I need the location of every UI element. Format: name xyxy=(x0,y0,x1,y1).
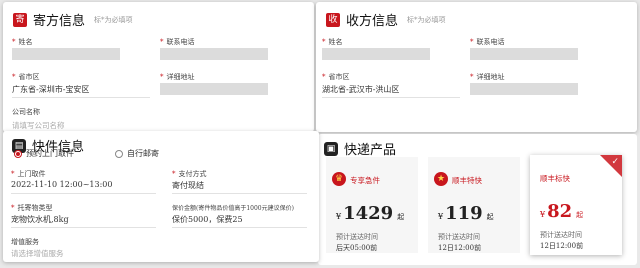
item-type-label: * 托寄物类型 xyxy=(11,204,53,212)
crown-icon: ♛ xyxy=(332,172,346,186)
star-icon: ★ xyxy=(434,172,448,186)
sender-card: 寄 寄方信息 标*为必填项 * 姓名 * 联系电话 * 省市区 广东省-深圳市-宝安区… xyxy=(3,2,314,132)
receiver-badge-icon: 收 xyxy=(326,12,340,27)
radio-selected-icon xyxy=(14,149,22,158)
insure-label: 保价金额(寄件物品价值高于1000元建议保价) xyxy=(172,205,294,212)
receiver-address-field[interactable] xyxy=(470,83,578,95)
extra-service-select[interactable]: 请选择增值服务 xyxy=(11,248,64,259)
sender-address-label: * 详细地址 xyxy=(160,73,195,81)
payment-label: * 支付方式 xyxy=(172,170,207,178)
eta-value: 后天05:00前 xyxy=(336,244,378,252)
receiver-header: 收 收方信息 标*为必填项 xyxy=(326,10,446,29)
extra-service-label: 增值服务 xyxy=(11,238,39,246)
receiver-card: 收 收方信息 标*为必填项 * 姓名 * 联系电话 * 省市区 湖北省-武汉市-洪山区… xyxy=(316,2,637,132)
sender-address-field[interactable] xyxy=(160,83,268,95)
product-price: ¥82 起 xyxy=(540,201,584,222)
eta-label: 预计送达时间 xyxy=(336,233,378,241)
divider xyxy=(322,97,460,98)
product-name: 顺丰标快 xyxy=(540,174,570,183)
payment-select[interactable]: 寄付现结 xyxy=(172,180,204,191)
item-type-select[interactable]: 宠物饮水机,8kg xyxy=(11,214,69,225)
pickup-time-label: * 上门取件 xyxy=(11,170,46,178)
receiver-region-select[interactable]: 湖北省-武汉市-洪山区 xyxy=(322,84,399,95)
receiver-phone-label: * 联系电话 xyxy=(470,38,505,46)
sender-name-label: * 姓名 xyxy=(12,38,33,46)
product-price: ¥1429 起 xyxy=(336,203,405,224)
required-note: 标*为必填项 xyxy=(94,15,133,24)
receiver-title: 收方信息 xyxy=(346,14,399,29)
sender-phone-field[interactable] xyxy=(160,48,268,60)
product-name: 顺丰特快 xyxy=(452,176,482,185)
product-card-express[interactable]: ♛ 专享急件 ¥1429 起 预计送达时间 后天05:00前 xyxy=(326,157,418,253)
product-card-sf-standard[interactable]: ✓ 顺丰标快 ¥82 起 预计送达时间 12日12:00前 xyxy=(530,155,622,255)
receiver-phone-field[interactable] xyxy=(470,48,578,60)
box-icon: ▣ xyxy=(324,141,338,156)
divider xyxy=(12,97,150,98)
products-title: 快递产品 xyxy=(344,143,397,158)
divider xyxy=(11,227,156,228)
receiver-name-field[interactable] xyxy=(322,48,430,60)
divider xyxy=(11,193,156,194)
shipment-card: ▤ 快件信息 预约上门取件 自行邮寄 * 上门取件 2022-11-10 12:0… xyxy=(3,131,319,262)
sender-company-input[interactable]: 请填写公司名称 xyxy=(12,120,65,131)
sender-region-label: * 省市区 xyxy=(12,73,40,81)
product-name: 专享急件 xyxy=(350,176,380,185)
receiver-name-label: * 姓名 xyxy=(322,38,343,46)
receiver-address-label: * 详细地址 xyxy=(470,73,505,81)
receiver-region-label: * 省市区 xyxy=(322,73,350,81)
sender-title: 寄方信息 xyxy=(33,14,86,29)
sender-company-label: 公司名称 xyxy=(12,108,40,116)
check-icon: ✓ xyxy=(611,157,619,167)
eta-label: 预计送达时间 xyxy=(438,233,480,241)
insure-input[interactable]: 保价5000，保费25 xyxy=(172,214,243,225)
product-card-sf-express[interactable]: ★ 顺丰特快 ¥119 起 预计送达时间 12日12:00前 xyxy=(428,157,520,253)
eta-label: 预计送达时间 xyxy=(540,231,582,239)
pickup-time-select[interactable]: 2022-11-10 12:00~13:00 xyxy=(11,180,112,189)
products-header: ▣ 快递产品 xyxy=(324,139,396,158)
product-price: ¥119 起 xyxy=(438,203,494,224)
sender-phone-label: * 联系电话 xyxy=(160,38,195,46)
divider xyxy=(172,193,307,194)
divider xyxy=(172,227,307,228)
eta-value: 12日12:00前 xyxy=(438,244,482,252)
radio-icon xyxy=(115,149,123,158)
dropoff-radio[interactable]: 自行邮寄 xyxy=(115,148,159,159)
pickup-radio[interactable]: 预约上门取件 xyxy=(14,148,74,159)
eta-value: 12日12:00前 xyxy=(540,242,584,250)
sender-badge-icon: 寄 xyxy=(13,12,27,27)
sender-region-select[interactable]: 广东省-深圳市-宝安区 xyxy=(12,84,89,95)
sender-header: 寄 寄方信息 标*为必填项 xyxy=(13,10,133,29)
required-note: 标*为必填项 xyxy=(407,15,446,24)
sender-name-field[interactable] xyxy=(12,48,120,60)
